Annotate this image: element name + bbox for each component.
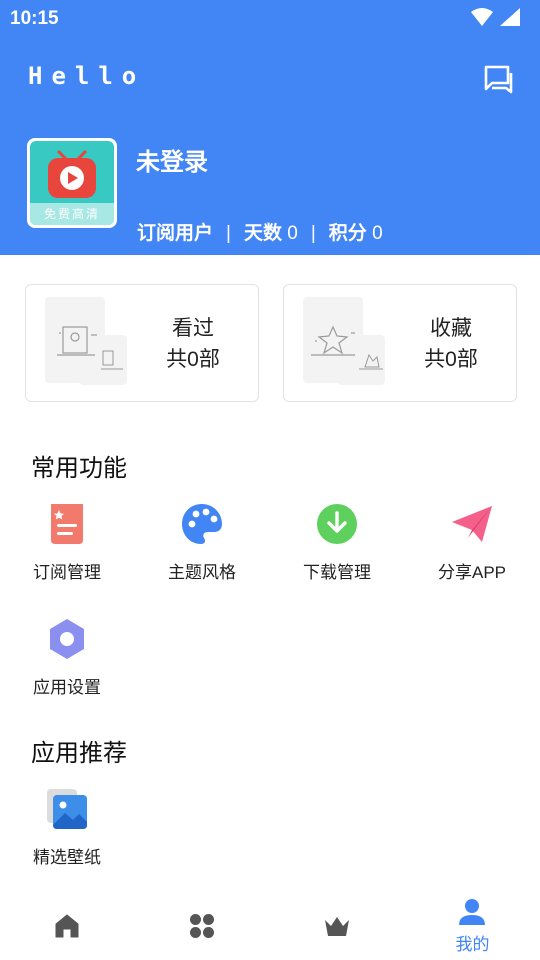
- history-illustration-icon: [45, 297, 127, 385]
- nav-mine-label: 我的: [455, 935, 490, 954]
- wallpaper-item[interactable]: 精选壁纸: [7, 787, 127, 868]
- nav-mine[interactable]: 我的: [405, 890, 540, 960]
- theme-label: 主题风格: [168, 563, 236, 582]
- status-bar: 10:15: [0, 0, 540, 36]
- download-label: 下载管理: [303, 563, 371, 582]
- history-count: 共0部: [166, 348, 220, 371]
- download-icon: [317, 504, 357, 544]
- wallpaper-label: 精选壁纸: [33, 848, 101, 867]
- avatar-caption: 免费高清: [30, 203, 114, 225]
- app-title: Hello: [28, 62, 146, 90]
- message-button[interactable]: [482, 64, 514, 94]
- status-time: 10:15: [10, 8, 59, 29]
- nav-home[interactable]: [0, 890, 135, 960]
- person-icon: [459, 899, 485, 925]
- palette-icon: [182, 504, 222, 544]
- crown-icon: [325, 917, 349, 936]
- status-icons: [470, 8, 520, 30]
- chat-icon: [484, 65, 513, 94]
- profile-header: 10:15 Hello 免费高清 未登录 订阅用户 | 天数 0 | 积分 0: [0, 0, 540, 255]
- home-icon: [55, 914, 79, 938]
- subscription-icon: [51, 504, 83, 544]
- subscription-label: 订阅用户: [137, 223, 214, 244]
- stat-separator: |: [310, 223, 316, 244]
- paper-plane-icon: [452, 506, 492, 542]
- theme-style-item[interactable]: 主题风格: [142, 502, 262, 583]
- recommend-title: 应用推荐: [31, 740, 127, 767]
- days-label: 天数: [243, 223, 282, 244]
- app-logo: 免费高清: [30, 141, 114, 225]
- history-title: 看过: [172, 317, 214, 340]
- gear-icon: [50, 619, 84, 659]
- subscription-management-item[interactable]: 订阅管理: [7, 502, 127, 583]
- favorites-count: 共0部: [424, 348, 478, 371]
- wifi-icon: [470, 8, 493, 26]
- app-settings-item[interactable]: 应用设置: [7, 617, 127, 698]
- nav-vip[interactable]: [270, 890, 405, 960]
- wallpaper-icon: [47, 789, 87, 829]
- nav-categories[interactable]: [135, 890, 270, 960]
- favorites-illustration-icon: [303, 297, 385, 385]
- share-label: 分享APP: [437, 563, 507, 582]
- bottom-navigation: 我的: [0, 890, 540, 960]
- common-functions-title: 常用功能: [31, 455, 127, 482]
- subscription-label: 订阅管理: [33, 563, 101, 582]
- days-value: 0: [287, 223, 298, 244]
- user-stats: 订阅用户 | 天数 0 | 积分 0: [137, 218, 383, 245]
- history-card[interactable]: 看过 共0部: [25, 284, 259, 402]
- points-label: 积分: [328, 223, 367, 244]
- stat-separator: |: [226, 223, 231, 244]
- favorites-card[interactable]: 收藏 共0部: [283, 284, 517, 402]
- avatar[interactable]: 免费高清: [27, 138, 117, 228]
- grid-icon: [190, 914, 214, 938]
- settings-label: 应用设置: [33, 678, 101, 697]
- points-value: 0: [372, 223, 383, 244]
- favorites-title: 收藏: [430, 317, 472, 340]
- share-app-item[interactable]: 分享APP: [412, 502, 532, 583]
- username[interactable]: 未登录: [136, 142, 208, 177]
- signal-icon: [500, 8, 520, 26]
- download-management-item[interactable]: 下载管理: [277, 502, 397, 583]
- history-card-text: 看过 共0部: [138, 313, 248, 375]
- favorites-card-text: 收藏 共0部: [396, 313, 506, 375]
